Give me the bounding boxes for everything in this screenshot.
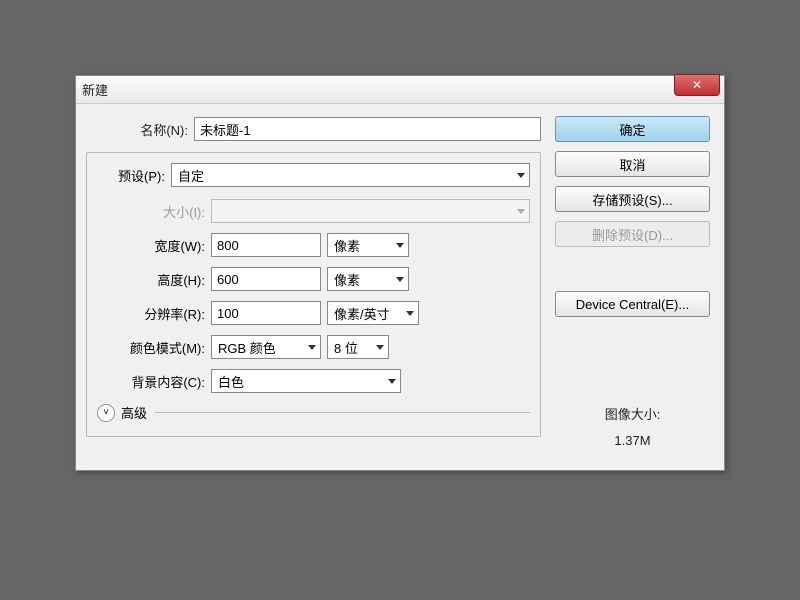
dialog-body: 名称(N): 预设(P): 自定 大小(I):: [76, 104, 724, 470]
height-unit-dropdown[interactable]: 像素: [327, 267, 409, 291]
advanced-row: ˅ 高级: [97, 403, 530, 422]
ok-button[interactable]: 确定: [555, 116, 710, 142]
width-unit-dropdown[interactable]: 像素: [327, 233, 409, 257]
image-size-block: 图像大小: 1.37M: [555, 404, 710, 448]
background-row: 背景内容(C): 白色: [97, 369, 530, 393]
preset-fieldset: 预设(P): 自定 大小(I): 宽度(W):: [86, 152, 541, 437]
name-label: 名称(N):: [86, 120, 194, 139]
cancel-button[interactable]: 取消: [555, 151, 710, 177]
advanced-label: 高级: [121, 403, 147, 422]
resolution-unit-dropdown[interactable]: 像素/英寸: [327, 301, 419, 325]
height-input[interactable]: [211, 267, 321, 291]
size-row: 大小(I):: [97, 199, 530, 223]
preset-value: 自定: [178, 166, 204, 185]
color-mode-row: 颜色模式(M): RGB 颜色 8 位: [97, 335, 530, 359]
chevron-down-icon: [376, 345, 384, 350]
chevron-down-icon: [388, 379, 396, 384]
resolution-label: 分辨率(R):: [97, 304, 211, 323]
width-unit-value: 像素: [334, 236, 360, 255]
size-label: 大小(I):: [97, 202, 211, 221]
background-label: 背景内容(C):: [97, 372, 211, 391]
chevron-down-icon: [406, 311, 414, 316]
background-value: 白色: [218, 372, 244, 391]
chevron-down-icon: [396, 243, 404, 248]
titlebar[interactable]: 新建 ✕: [76, 76, 724, 104]
background-dropdown[interactable]: 白色: [211, 369, 401, 393]
delete-preset-button: 删除预设(D)...: [555, 221, 710, 247]
chevron-down-icon: [517, 173, 525, 178]
preset-label: 预设(P):: [97, 166, 171, 185]
width-input[interactable]: [211, 233, 321, 257]
height-row: 高度(H): 像素: [97, 267, 530, 291]
device-central-button[interactable]: Device Central(E)...: [555, 291, 710, 317]
preset-dropdown[interactable]: 自定: [171, 163, 530, 187]
resolution-row: 分辨率(R): 像素/英寸: [97, 301, 530, 325]
chevron-down-icon: [396, 277, 404, 282]
dialog-title: 新建: [82, 80, 108, 99]
right-panel: 确定 取消 存储预设(S)... 删除预设(D)... Device Centr…: [555, 116, 710, 448]
save-preset-button[interactable]: 存储预设(S)...: [555, 186, 710, 212]
width-label: 宽度(W):: [97, 236, 211, 255]
color-mode-label: 颜色模式(M):: [97, 338, 211, 357]
bit-depth-dropdown[interactable]: 8 位: [327, 335, 389, 359]
height-label: 高度(H):: [97, 270, 211, 289]
chevron-down-icon: ˅: [103, 407, 109, 418]
left-panel: 名称(N): 预设(P): 自定 大小(I):: [86, 116, 541, 448]
divider: [155, 412, 530, 413]
chevron-down-icon: [517, 209, 525, 214]
color-mode-dropdown[interactable]: RGB 颜色: [211, 335, 321, 359]
bit-depth-value: 8 位: [334, 338, 358, 357]
height-unit-value: 像素: [334, 270, 360, 289]
advanced-toggle[interactable]: ˅: [97, 404, 115, 422]
close-icon: ✕: [692, 78, 702, 92]
close-button[interactable]: ✕: [674, 74, 720, 96]
resolution-unit-value: 像素/英寸: [334, 304, 390, 323]
color-mode-value: RGB 颜色: [218, 338, 276, 357]
name-row: 名称(N):: [86, 116, 541, 142]
name-input[interactable]: [194, 117, 541, 141]
new-document-dialog: 新建 ✕ 名称(N): 预设(P): 自定 大小(I):: [75, 75, 725, 471]
preset-row: 预设(P): 自定: [97, 163, 530, 187]
width-row: 宽度(W): 像素: [97, 233, 530, 257]
image-size-value: 1.37M: [555, 433, 710, 448]
image-size-label: 图像大小:: [555, 404, 710, 423]
resolution-input[interactable]: [211, 301, 321, 325]
size-dropdown: [211, 199, 530, 223]
chevron-down-icon: [308, 345, 316, 350]
